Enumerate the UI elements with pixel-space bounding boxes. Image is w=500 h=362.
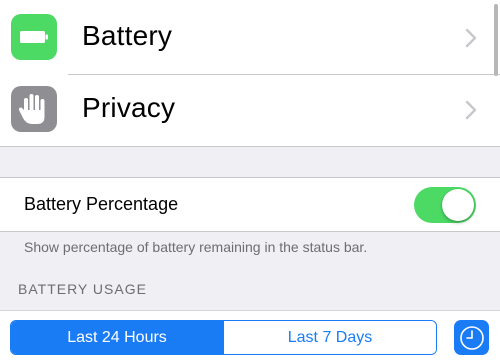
toggle-knob — [442, 189, 474, 221]
chevron-right-icon — [465, 100, 477, 120]
segment-last-24-hours[interactable]: Last 24 Hours — [11, 321, 223, 354]
hand-icon — [11, 86, 57, 132]
settings-row-label: Battery — [82, 20, 173, 51]
battery-settings-screen: Battery Privacy Battery Percentage Show … — [0, 0, 500, 362]
battery-icon — [11, 14, 57, 60]
battery-percentage-row: Battery Percentage — [0, 177, 500, 232]
segment-last-7-days[interactable]: Last 7 Days — [223, 321, 436, 354]
chevron-right-icon — [465, 28, 477, 48]
usage-range-bar: Last 24 Hours Last 7 Days — [0, 310, 500, 362]
clock-button[interactable] — [454, 320, 489, 355]
clock-icon — [459, 325, 484, 350]
battery-percentage-label: Battery Percentage — [24, 194, 179, 214]
settings-row-privacy[interactable]: Privacy — [0, 74, 500, 146]
battery-percentage-toggle[interactable] — [414, 187, 476, 223]
battery-percentage-footer: Show percentage of battery remaining in … — [24, 239, 368, 255]
battery-usage-header: BATTERY USAGE — [18, 281, 147, 297]
scrollbar[interactable] — [494, 4, 498, 76]
settings-row-label: Privacy — [82, 92, 176, 123]
time-range-segmented-control: Last 24 Hours Last 7 Days — [10, 320, 437, 355]
settings-row-battery[interactable]: Battery — [0, 2, 500, 74]
settings-list: Battery Privacy — [0, 0, 500, 147]
